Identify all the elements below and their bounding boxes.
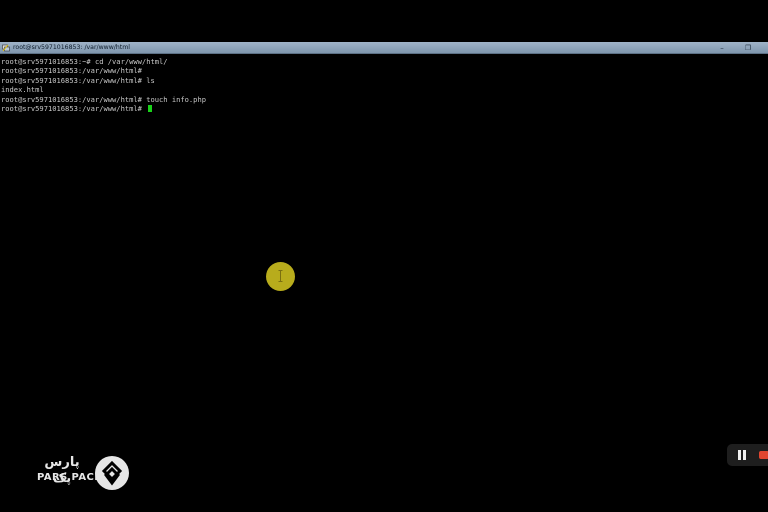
- brand-name-fa: پارس پک: [44, 455, 80, 486]
- record-indicator: [759, 451, 768, 459]
- window-titlebar[interactable]: root@srv5971016853: /var/www/html – ❐: [0, 42, 768, 54]
- brand-name-en: PARS PACK: [37, 472, 103, 483]
- terminal-line: root@srv5971016853:~# cd /var/www/html/: [1, 57, 168, 66]
- terminal-line: index.html: [1, 85, 44, 95]
- window-title: root@srv5971016853: /var/www/html: [13, 44, 130, 51]
- player-controls: [727, 444, 768, 466]
- terminal-output[interactable]: root@srv5971016853:~# cd /var/www/html/ …: [0, 57, 768, 497]
- terminal-line: root@srv5971016853:/var/www/html#: [1, 66, 147, 76]
- pause-icon[interactable]: [737, 450, 747, 460]
- minimize-button[interactable]: –: [716, 43, 728, 53]
- putty-app-icon: [2, 44, 10, 52]
- parspack-watermark: پارس پک PARS PACK: [36, 455, 132, 491]
- text-cursor: [148, 104, 153, 112]
- terminal-prompt-line[interactable]: root@srv5971016853:/var/www/html#: [1, 104, 768, 113]
- terminal-prompt: root@srv5971016853:/var/www/html#: [1, 103, 147, 113]
- maximize-button[interactable]: ❐: [742, 43, 754, 53]
- video-frame: root@srv5971016853: /var/www/html – ❐ ro…: [0, 0, 768, 512]
- parspack-logo-icon: [95, 456, 129, 490]
- terminal-line: root@srv5971016853:/var/www/html# ls: [1, 75, 155, 85]
- terminal-line: root@srv5971016853:/var/www/html# touch …: [1, 94, 206, 104]
- terminal-window: root@srv5971016853: /var/www/html – ❐ ro…: [0, 42, 768, 512]
- ibeam-cursor-icon: [278, 270, 283, 282]
